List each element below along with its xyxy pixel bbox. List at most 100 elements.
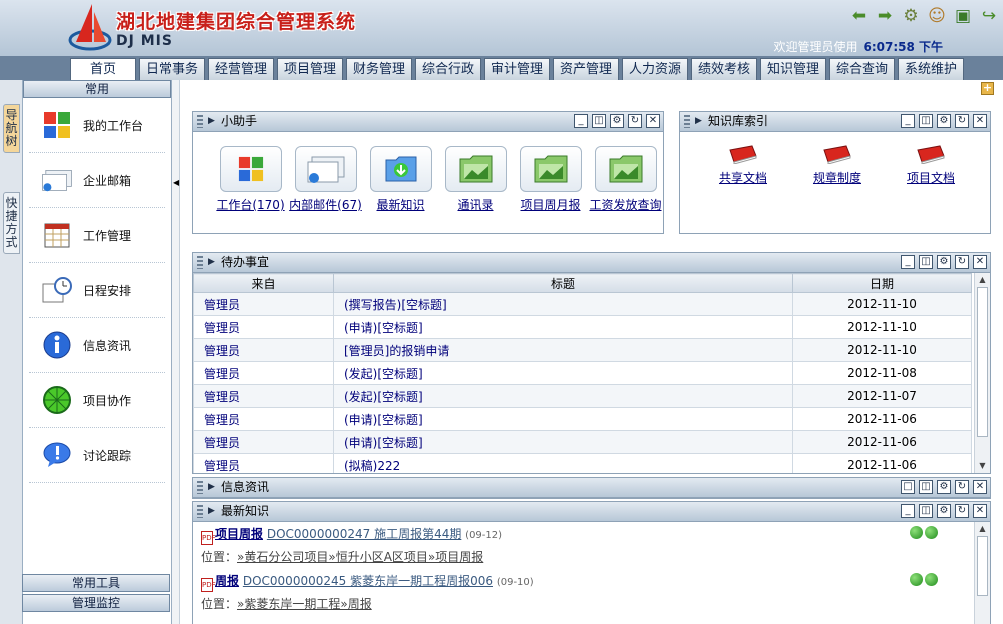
minimize-icon[interactable]: _ [574, 114, 588, 128]
helper-item-mail[interactable]: 内部邮件(67) [288, 146, 363, 213]
from-link[interactable]: 管理员 [204, 436, 240, 450]
from-link[interactable]: 管理员 [204, 390, 240, 404]
title-link[interactable]: (申请)[空标题] [344, 413, 423, 427]
sidebar-item-discussion[interactable]: 讨论跟踪 [29, 428, 165, 483]
settings-icon[interactable]: ⚙ [610, 114, 624, 128]
minimize-icon[interactable]: _ [901, 255, 915, 269]
close-icon[interactable]: ✕ [973, 255, 987, 269]
drag-grip-icon[interactable] [684, 115, 690, 128]
news-kind-link[interactable]: 项目周报 [215, 527, 263, 541]
tab-daily[interactable]: 日常事务 [139, 58, 205, 80]
sidebar-item-work-management[interactable]: 工作管理 [29, 208, 165, 263]
scroll-up-icon[interactable]: ▲ [975, 273, 990, 287]
column-header-date[interactable]: 日期 [792, 273, 972, 293]
title-link[interactable]: (撰写报告)[空标题] [344, 298, 447, 312]
title-link[interactable]: [管理员]的报销申请 [344, 344, 449, 358]
title-link[interactable]: (拟稿)222 [344, 459, 400, 473]
scroll-thumb[interactable] [977, 536, 988, 596]
tab-performance[interactable]: 绩效考核 [691, 58, 757, 80]
from-link[interactable]: 管理员 [204, 413, 240, 427]
expand-triangle-icon[interactable]: ▶ [208, 112, 215, 131]
helper-item-knowledge[interactable]: 最新知识 [363, 146, 438, 213]
sidebar-item-collaboration[interactable]: 项目协作 [29, 373, 165, 428]
latest-scrollbar[interactable]: ▲ [974, 522, 990, 624]
from-link[interactable]: 管理员 [204, 321, 240, 335]
close-icon[interactable]: ✕ [973, 114, 987, 128]
tab-hr[interactable]: 人力资源 [622, 58, 688, 80]
sidebar-item-schedule[interactable]: 日程安排 [29, 263, 165, 318]
close-icon[interactable]: ✕ [973, 480, 987, 494]
settings-icon[interactable]: ⚙ [937, 114, 951, 128]
location-path[interactable]: »黄石分公司项目»恒升小区A区项目»项目周报 [237, 550, 483, 564]
news-kind-link[interactable]: 周报 [215, 574, 239, 588]
from-link[interactable]: 管理员 [204, 344, 240, 358]
sidebar-item-info[interactable]: 信息资讯 [29, 318, 165, 373]
title-link[interactable]: (申请)[空标题] [344, 321, 423, 335]
scroll-down-icon[interactable]: ▼ [975, 459, 990, 473]
scroll-thumb[interactable] [977, 287, 988, 437]
kb-item-project-docs[interactable]: 项目文档 [884, 144, 978, 186]
expand-triangle-icon[interactable]: ▶ [695, 112, 702, 131]
refresh-icon[interactable]: ↻ [955, 114, 969, 128]
tab-nav-tree[interactable]: 导航树 [3, 104, 20, 153]
title-link[interactable]: (申请)[空标题] [344, 436, 423, 450]
tab-shortcuts[interactable]: 快捷方式 [3, 192, 20, 254]
maximize-icon[interactable]: ◫ [919, 114, 933, 128]
from-link[interactable]: 管理员 [204, 367, 240, 381]
sidebar-item-mail[interactable]: 企业邮箱 [29, 153, 165, 208]
tab-audit[interactable]: 审计管理 [484, 58, 550, 80]
exit-icon[interactable]: ↪ [979, 6, 999, 26]
drag-grip-icon[interactable] [197, 115, 203, 128]
tab-business[interactable]: 经营管理 [208, 58, 274, 80]
settings-icon[interactable]: ⚙ [937, 255, 951, 269]
expand-triangle-icon[interactable]: ▶ [208, 478, 215, 497]
scroll-up-icon[interactable]: ▲ [975, 522, 990, 536]
minimize-icon[interactable]: _ [901, 504, 915, 518]
tab-finance[interactable]: 财务管理 [346, 58, 412, 80]
tab-query[interactable]: 综合查询 [829, 58, 895, 80]
close-icon[interactable]: ✕ [973, 504, 987, 518]
sidebar-section-monitor[interactable]: 管理监控 [22, 594, 170, 612]
kb-item-shared-docs[interactable]: 共享文档 [696, 144, 790, 186]
back-arrow-icon[interactable]: ⬅ [849, 6, 869, 26]
todo-scrollbar[interactable]: ▲ ▼ [974, 273, 990, 473]
title-link[interactable]: (发起)[空标题] [344, 390, 423, 404]
maximize-icon[interactable]: ◫ [919, 255, 933, 269]
forward-arrow-icon[interactable]: ➡ [875, 6, 895, 26]
drag-grip-icon[interactable] [197, 481, 203, 494]
drag-grip-icon[interactable] [197, 505, 203, 518]
tab-project[interactable]: 项目管理 [277, 58, 343, 80]
title-link[interactable]: (发起)[空标题] [344, 367, 423, 381]
sidebar-splitter[interactable]: ◀ [172, 80, 180, 624]
column-header-title[interactable]: 标题 [333, 273, 793, 293]
expand-triangle-icon[interactable]: ▶ [208, 253, 215, 272]
add-panel-button[interactable]: + [981, 82, 994, 95]
settings-icon[interactable]: ⚙ [937, 480, 951, 494]
helper-item-contacts[interactable]: 通讯录 [438, 146, 513, 213]
news-doc-link[interactable]: DOC0000000247 施工周报第44期 [267, 527, 462, 541]
maximize-icon[interactable]: ◫ [592, 114, 606, 128]
sidebar-section-common[interactable]: 常用 [23, 80, 171, 98]
maximize-icon[interactable]: ◫ [919, 504, 933, 518]
expand-triangle-icon[interactable]: ▶ [208, 502, 215, 521]
news-doc-link[interactable]: DOC0000000245 紫菱东岸一期工程周报006 [243, 574, 493, 588]
helper-item-workspace[interactable]: 工作台(170) [213, 146, 288, 213]
helper-item-report[interactable]: 项目周月报 [513, 146, 588, 213]
column-header-from[interactable]: 来自 [193, 273, 334, 293]
kb-item-regulations[interactable]: 规章制度 [790, 144, 884, 186]
users-icon[interactable]: ☺ [927, 6, 947, 26]
tab-knowledge[interactable]: 知识管理 [760, 58, 826, 80]
tab-assets[interactable]: 资产管理 [553, 58, 619, 80]
collapse-arrow-icon[interactable]: ◀ [173, 178, 179, 187]
tab-system[interactable]: 系统维护 [898, 58, 964, 80]
from-link[interactable]: 管理员 [204, 459, 240, 473]
refresh-icon[interactable]: ↻ [955, 480, 969, 494]
refresh-icon[interactable]: ↻ [955, 255, 969, 269]
location-path[interactable]: »紫菱东岸一期工程»周报 [237, 597, 372, 611]
refresh-icon[interactable]: ↻ [955, 504, 969, 518]
refresh-icon[interactable]: ↻ [628, 114, 642, 128]
restore-icon[interactable]: □ [901, 480, 915, 494]
close-icon[interactable]: ✕ [646, 114, 660, 128]
org-icon[interactable]: ⚙ [901, 6, 921, 26]
from-link[interactable]: 管理员 [204, 298, 240, 312]
